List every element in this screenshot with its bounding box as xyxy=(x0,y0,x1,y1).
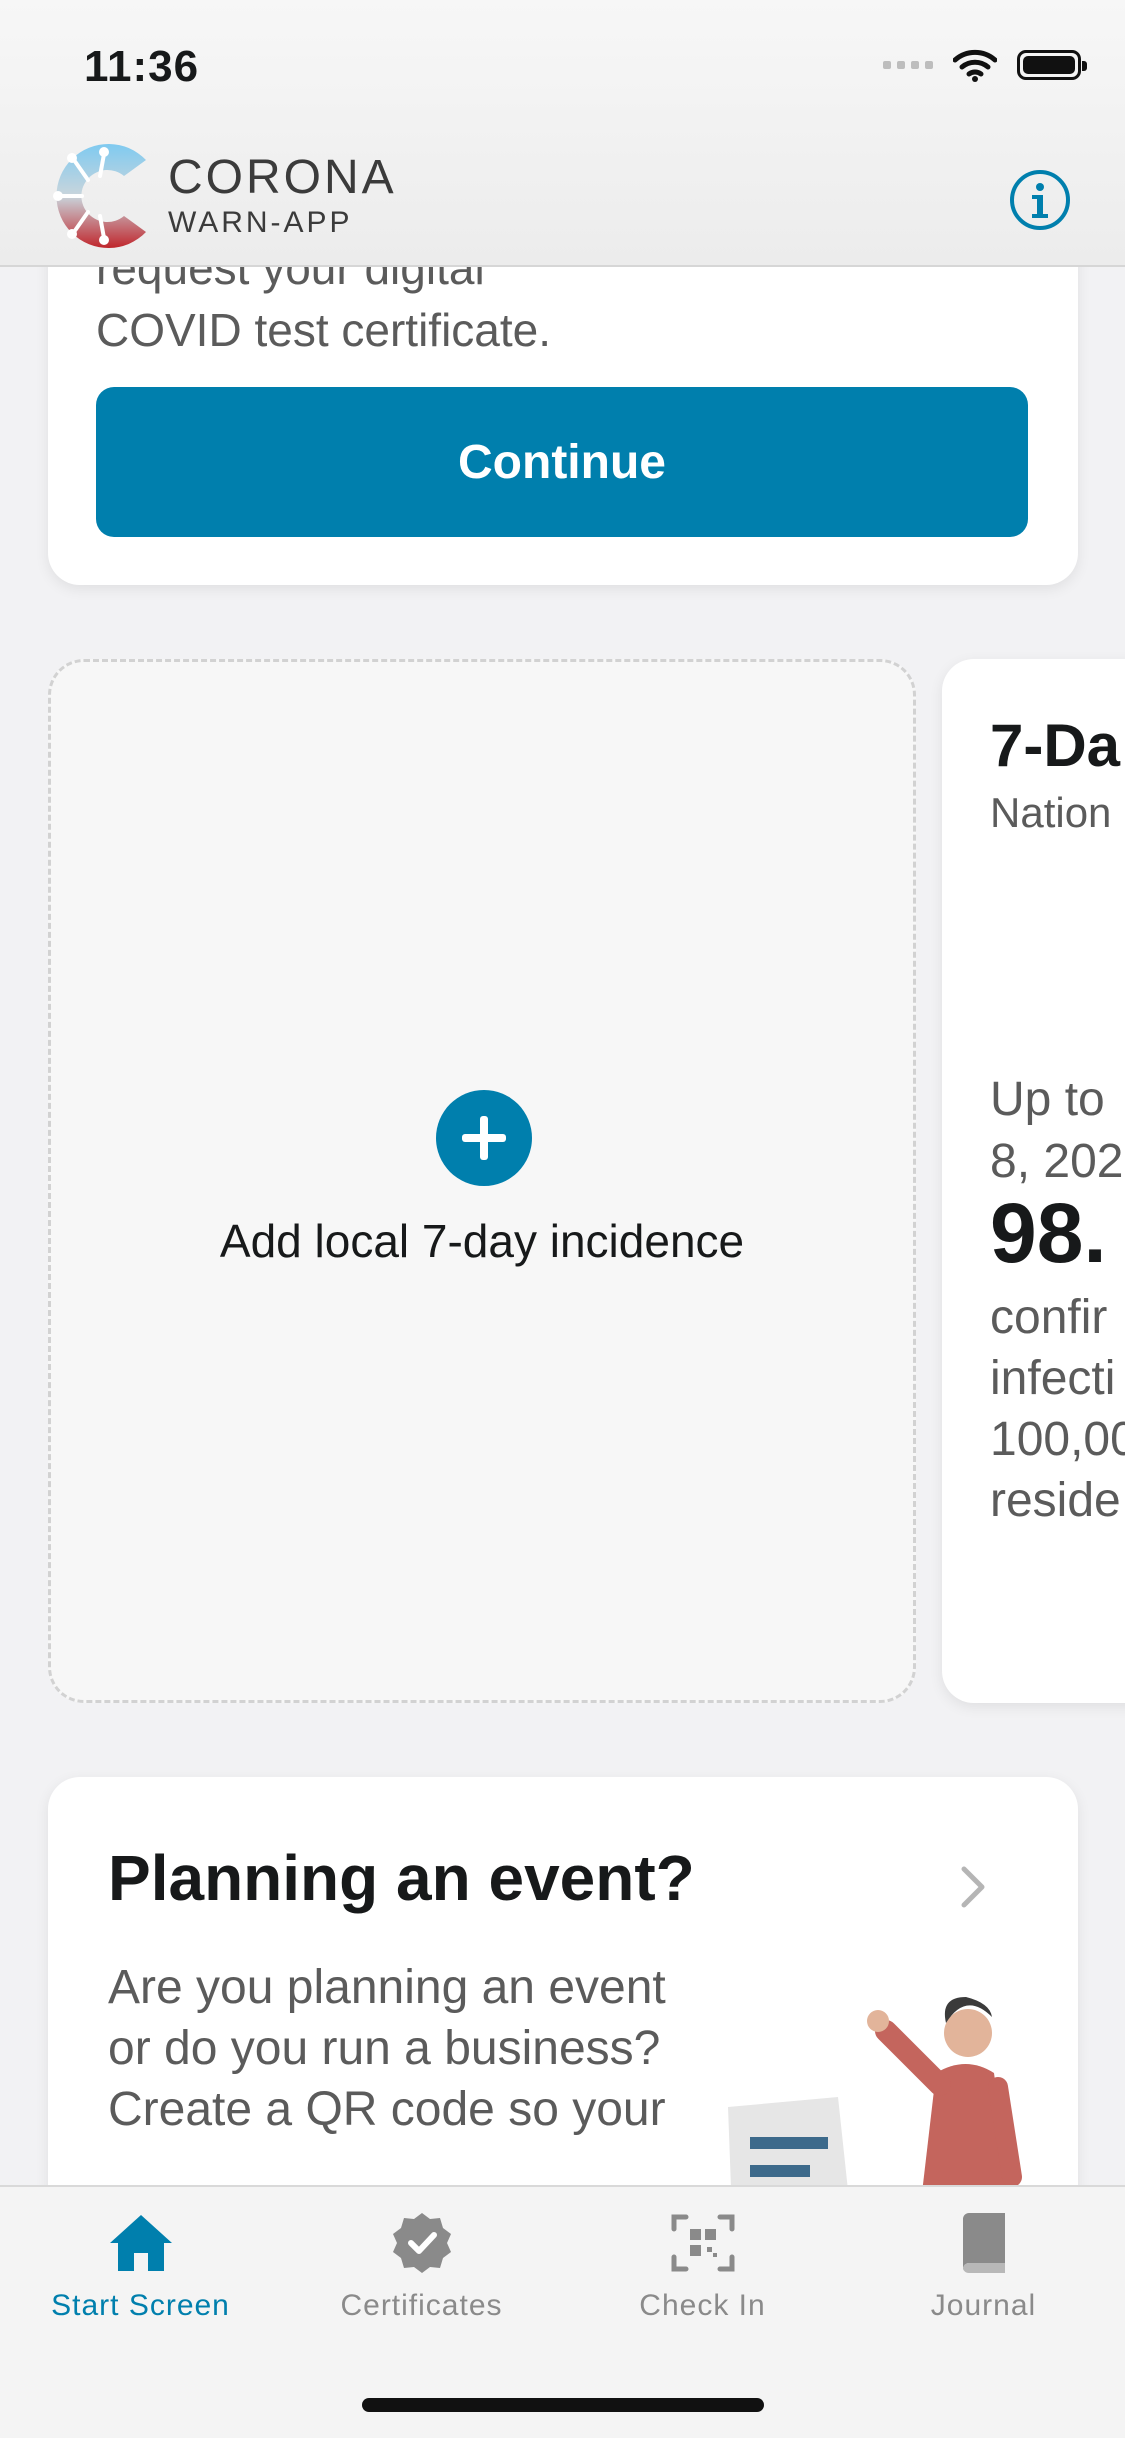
event-title: Planning an event? xyxy=(108,1842,695,1914)
national-incidence-card[interactable]: 7-Da Nation Up to 8, 202 98. confir infe… xyxy=(942,659,1125,1703)
chevron-right-icon xyxy=(961,1866,985,1908)
wifi-icon xyxy=(953,49,997,82)
book-icon xyxy=(962,2213,1005,2274)
certificate-badge-icon xyxy=(392,2213,451,2273)
plus-circle-icon[interactable] xyxy=(436,1090,532,1186)
tab-start-screen[interactable]: Start Screen xyxy=(0,2211,281,2351)
home-indicator xyxy=(362,2398,764,2412)
incidence-date: Up to 8, 202 xyxy=(990,1073,1124,1188)
info-icon[interactable] xyxy=(1008,168,1072,232)
incidence-title: 7-Da xyxy=(990,712,1121,779)
test-certificate-card: request your digital COVID test certific… xyxy=(48,265,1078,585)
event-illustration xyxy=(728,1997,1022,2185)
planning-event-card[interactable]: Planning an event? Are you planning an e… xyxy=(48,1777,1078,2185)
tab-check-in[interactable]: Check In xyxy=(562,2211,843,2351)
test-card-text: request your digital COVID test certific… xyxy=(96,265,552,356)
corona-warn-app-logo xyxy=(53,144,146,249)
add-local-incidence-card[interactable]: Add local 7-day incidence xyxy=(48,659,916,1703)
brand-subtitle: WARN-APP xyxy=(168,206,353,239)
brand-title: CORONA xyxy=(168,151,397,204)
incidence-description: confir infecti 100,00 reside xyxy=(990,1291,1125,1527)
status-time: 11:36 xyxy=(84,42,200,91)
incidence-value: 98. xyxy=(990,1186,1107,1280)
add-local-incidence-label: Add local 7-day incidence xyxy=(219,1215,745,1267)
status-bar: 11:36 xyxy=(0,0,1125,140)
incidence-subtitle: Nation xyxy=(990,789,1112,836)
cellular-signal-icon xyxy=(883,61,933,69)
event-body: Are you planning an event or do you run … xyxy=(108,1961,666,2136)
battery-icon xyxy=(1017,50,1087,80)
home-icon xyxy=(109,2215,172,2271)
tab-certificates[interactable]: Certificates xyxy=(281,2211,562,2351)
tab-journal[interactable]: Journal xyxy=(843,2211,1124,2351)
navigation-bar: 11:36 CORONA WARN-APP xyxy=(0,0,1125,267)
qr-scan-icon xyxy=(671,2214,734,2272)
continue-button[interactable]: Continue xyxy=(96,387,1028,537)
home-scroll-content[interactable]: request your digital COVID test certific… xyxy=(0,265,1125,2185)
